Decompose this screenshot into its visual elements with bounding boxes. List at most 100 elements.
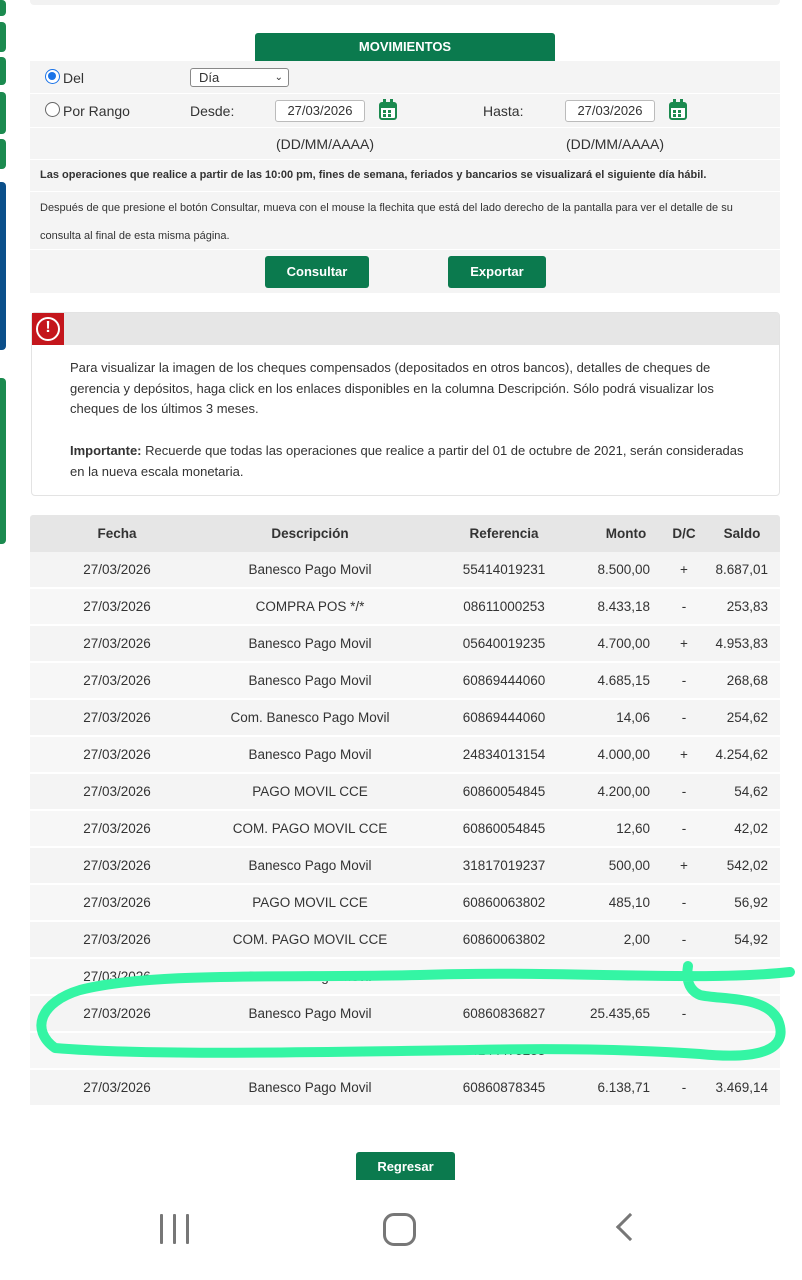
cell-fecha: 27/03/2026 bbox=[83, 821, 151, 836]
side-tab[interactable] bbox=[0, 0, 6, 16]
table-row: 27/03/2026 Banesco Pago Movil 55414019231 8… bbox=[30, 552, 780, 588]
form-row-rango: Por Rango Desde: 27/03/2026 Hasta: 27/03… bbox=[30, 94, 780, 128]
table-row: 27/03/2026 Banesco Pago Movil 60860836827 2… bbox=[30, 996, 780, 1032]
form-row-del: Del Día ⌄ bbox=[30, 61, 780, 94]
del-radio[interactable] bbox=[45, 69, 60, 84]
cell-dc: - bbox=[681, 1080, 687, 1095]
cell-saldo: 3.469,14 bbox=[715, 1080, 768, 1095]
cell-referencia: 04144475233 bbox=[462, 1043, 546, 1058]
cell-fecha: 27/03/2026 bbox=[83, 895, 151, 910]
side-tab[interactable] bbox=[0, 139, 6, 169]
system-navbar bbox=[0, 1180, 802, 1280]
cell-dc: + bbox=[680, 636, 688, 651]
side-tab[interactable] bbox=[0, 182, 6, 350]
form-row-actions: Consultar Exportar bbox=[30, 250, 780, 294]
cell-referencia: 55414019231 bbox=[462, 562, 546, 577]
period-select[interactable]: Día ⌄ bbox=[190, 68, 289, 87]
cell-dc: - bbox=[681, 710, 687, 725]
side-tab[interactable] bbox=[0, 22, 6, 52]
hasta-input[interactable]: 27/03/2026 bbox=[565, 100, 655, 122]
cell-dc: - bbox=[681, 1043, 687, 1058]
period-value: Día bbox=[199, 70, 220, 85]
table-row: 27/03/2026 Banesco Pago Movil 60860878345 6… bbox=[30, 1070, 780, 1106]
cell-fecha: 27/03/2026 bbox=[83, 1080, 151, 1095]
por-rango-radio[interactable] bbox=[45, 102, 60, 117]
cell-referencia: 60860054845 bbox=[462, 821, 546, 836]
cell-monto: 25.435,65 bbox=[589, 1006, 650, 1021]
col-referencia[interactable]: Referencia bbox=[440, 515, 568, 552]
cell-referencia: 24834013154 bbox=[462, 747, 546, 762]
cell-saldo: 268,68 bbox=[726, 673, 768, 688]
table-row: 27/03/2026 Banesco Pago Movil 31817019237 5… bbox=[30, 848, 780, 884]
cell-descripcion[interactable]: Banesco Pago Movil bbox=[200, 552, 420, 588]
por-rango-label: Por Rango bbox=[63, 103, 130, 119]
col-monto[interactable]: Monto bbox=[590, 515, 662, 552]
col-dc[interactable]: D/C bbox=[666, 515, 702, 552]
table-row: 27/03/2026 PAGO MOVIL CCE 60860063802 485,1… bbox=[30, 885, 780, 921]
cell-saldo: 42,02 bbox=[734, 821, 768, 836]
cell-descripcion[interactable]: COMPRA POS */* bbox=[200, 589, 420, 625]
cell-saldo: 254,62 bbox=[726, 710, 768, 725]
calendar-icon[interactable] bbox=[379, 99, 397, 120]
cell-saldo: 253,83 bbox=[726, 599, 768, 614]
cell-referencia: 60860063802 bbox=[462, 895, 546, 910]
cell-fecha: 27/03/2026 bbox=[83, 747, 151, 762]
consultar-button[interactable]: Consultar bbox=[265, 256, 369, 288]
hasta-label: Hasta: bbox=[483, 103, 524, 119]
cell-descripcion[interactable]: COM. PAGO MOVIL CCE bbox=[200, 811, 420, 847]
cell-descripcion[interactable]: Banesco Pago Movil bbox=[200, 848, 420, 884]
recent-apps-icon[interactable] bbox=[160, 1214, 192, 1244]
info-header: ! bbox=[32, 313, 779, 345]
cell-monto: 2,00 bbox=[623, 932, 650, 947]
cell-saldo: 542,02 bbox=[726, 858, 768, 873]
cell-descripcion[interactable]: Banesco Pago Movil bbox=[200, 959, 420, 995]
cell-descripcion[interactable]: Banesco Pago Movil bbox=[200, 737, 420, 773]
alert-glyph: ! bbox=[45, 319, 51, 336]
table-row: 27/03/2026 COMPRA POS */* 08611000253 8.433… bbox=[30, 589, 780, 625]
col-descripcion[interactable]: Descripción bbox=[200, 515, 420, 552]
cell-monto: 4.200,00 bbox=[597, 784, 650, 799]
side-tab[interactable] bbox=[0, 57, 6, 85]
home-icon[interactable] bbox=[383, 1213, 416, 1246]
col-fecha[interactable]: Fecha bbox=[50, 515, 184, 552]
table-row: 27/03/2026 Banesco Pago Movil 05640019235 4… bbox=[30, 626, 780, 662]
cell-descripcion[interactable]: Banesco Pago Movil bbox=[200, 1070, 420, 1106]
calendar-icon[interactable] bbox=[669, 99, 687, 120]
desde-input[interactable]: 27/03/2026 bbox=[275, 100, 365, 122]
side-tab[interactable] bbox=[0, 92, 6, 134]
cell-referencia: 08611000253 bbox=[463, 599, 545, 614]
cell-dc: - bbox=[681, 599, 687, 614]
cell-descripcion[interactable]: PAGO MOVIL CCE bbox=[200, 885, 420, 921]
cell-fecha: 27/03/2026 bbox=[83, 932, 151, 947]
col-saldo[interactable]: Saldo bbox=[714, 515, 770, 552]
importante-label: Importante: bbox=[70, 443, 142, 458]
cell-descripcion[interactable]: PAGO MOVIL CCE bbox=[200, 774, 420, 810]
cell-monto: 8.500,00 bbox=[597, 562, 650, 577]
cell-descripcion[interactable]: Banesco Pago Movil bbox=[200, 626, 420, 662]
cell-monto: 500,00 bbox=[608, 858, 650, 873]
cell-dc: - bbox=[681, 673, 687, 688]
cell-descripcion[interactable]: Banesco Pago Movil bbox=[200, 663, 420, 699]
cell-dc: - bbox=[681, 821, 687, 836]
cell-descripcion[interactable]: Com. Banesco Pago Movil bbox=[200, 700, 420, 736]
table-row: 27/03/2026 Banesco Pago Movil 60869444060 4… bbox=[30, 663, 780, 699]
cell-fecha: 27/03/2026 bbox=[83, 784, 151, 799]
cell-monto: 14,06 bbox=[616, 710, 650, 725]
regresar-button[interactable]: Regresar bbox=[356, 1152, 455, 1180]
cell-descripcion[interactable]: Banesco Pago Movil bbox=[200, 996, 420, 1032]
form-row-format: (DD/MM/AAAA) (DD/MM/AAAA) bbox=[30, 128, 780, 160]
form-row-instructions: Después de que presione el botón Consult… bbox=[30, 192, 780, 250]
cell-dc: - bbox=[681, 784, 687, 799]
cell-saldo: 56,92 bbox=[734, 895, 768, 910]
cell-descripcion[interactable]: COM. PAGO MOVIL CCE bbox=[200, 922, 420, 958]
cell-monto: 4.000,00 bbox=[597, 747, 650, 762]
side-tab[interactable] bbox=[0, 378, 6, 544]
exportar-button[interactable]: Exportar bbox=[448, 256, 546, 288]
cell-fecha: 27/03/2026 bbox=[83, 636, 151, 651]
cell-monto: 485,10 bbox=[608, 895, 650, 910]
table-row: 27/03/2026 Banesco Pago Movil bbox=[30, 959, 780, 995]
cell-monto: 4.700,00 bbox=[597, 636, 650, 651]
cell-saldo: 8.687,01 bbox=[715, 562, 768, 577]
back-icon[interactable] bbox=[615, 1212, 645, 1242]
desde-format-hint: (DD/MM/AAAA) bbox=[276, 136, 374, 152]
